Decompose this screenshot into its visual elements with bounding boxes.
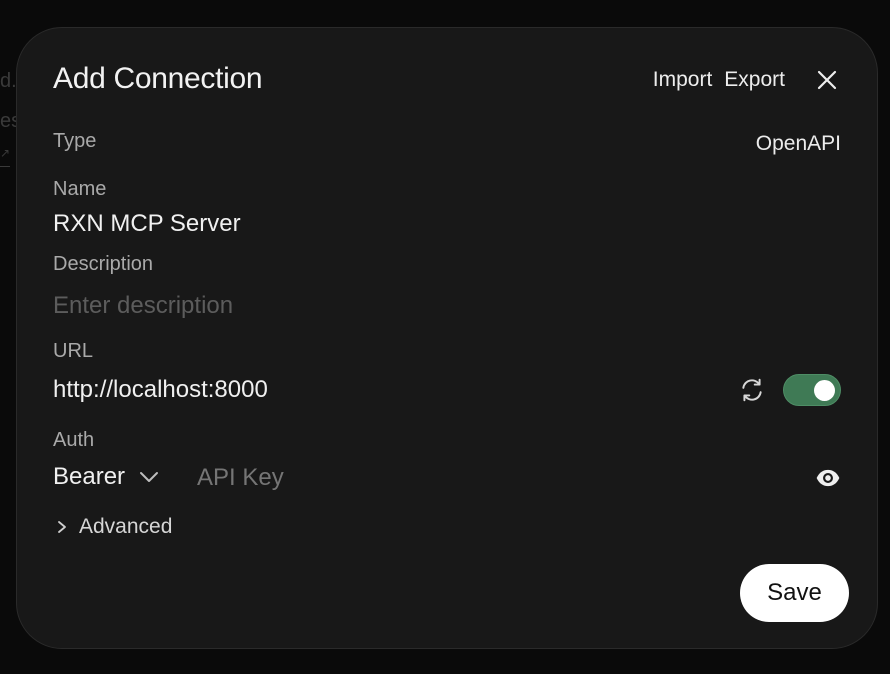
auth-type-value: Bearer bbox=[53, 463, 126, 490]
description-input[interactable]: Enter description bbox=[53, 292, 233, 320]
url-input[interactable]: http://localhost:8000 bbox=[53, 376, 268, 404]
refresh-button[interactable] bbox=[739, 377, 765, 403]
refresh-icon bbox=[742, 378, 762, 402]
advanced-toggle[interactable]: Advanced bbox=[57, 515, 172, 539]
api-key-input[interactable] bbox=[197, 464, 697, 492]
toggle-knob bbox=[814, 380, 835, 401]
url-label: URL bbox=[53, 340, 94, 362]
eye-icon bbox=[816, 469, 840, 487]
description-label: Description bbox=[53, 253, 154, 275]
auth-label: Auth bbox=[53, 429, 95, 451]
export-button[interactable]: Export bbox=[724, 68, 785, 92]
import-button[interactable]: Import bbox=[653, 68, 713, 92]
type-label: Type bbox=[53, 130, 97, 152]
type-value[interactable]: OpenAPI bbox=[756, 132, 841, 156]
chevron-down-icon bbox=[140, 472, 159, 482]
modal-title: Add Connection bbox=[53, 62, 263, 95]
url-enabled-toggle[interactable] bbox=[783, 374, 841, 406]
add-connection-modal: Add Connection Import Export Type OpenAP… bbox=[16, 27, 878, 649]
name-label: Name bbox=[53, 178, 107, 200]
close-button[interactable] bbox=[813, 66, 841, 94]
background-link-icon: ↗ bbox=[0, 146, 10, 167]
header-actions: Import Export bbox=[653, 66, 841, 94]
name-input[interactable]: RXN MCP Server bbox=[53, 210, 241, 238]
auth-type-select[interactable]: Bearer bbox=[53, 463, 159, 491]
background-text: d. bbox=[0, 70, 17, 92]
save-button[interactable]: Save bbox=[740, 564, 849, 622]
chevron-right-icon bbox=[58, 521, 66, 533]
advanced-label: Advanced bbox=[79, 515, 173, 538]
close-icon bbox=[817, 70, 837, 90]
toggle-visibility-button[interactable] bbox=[815, 465, 841, 491]
